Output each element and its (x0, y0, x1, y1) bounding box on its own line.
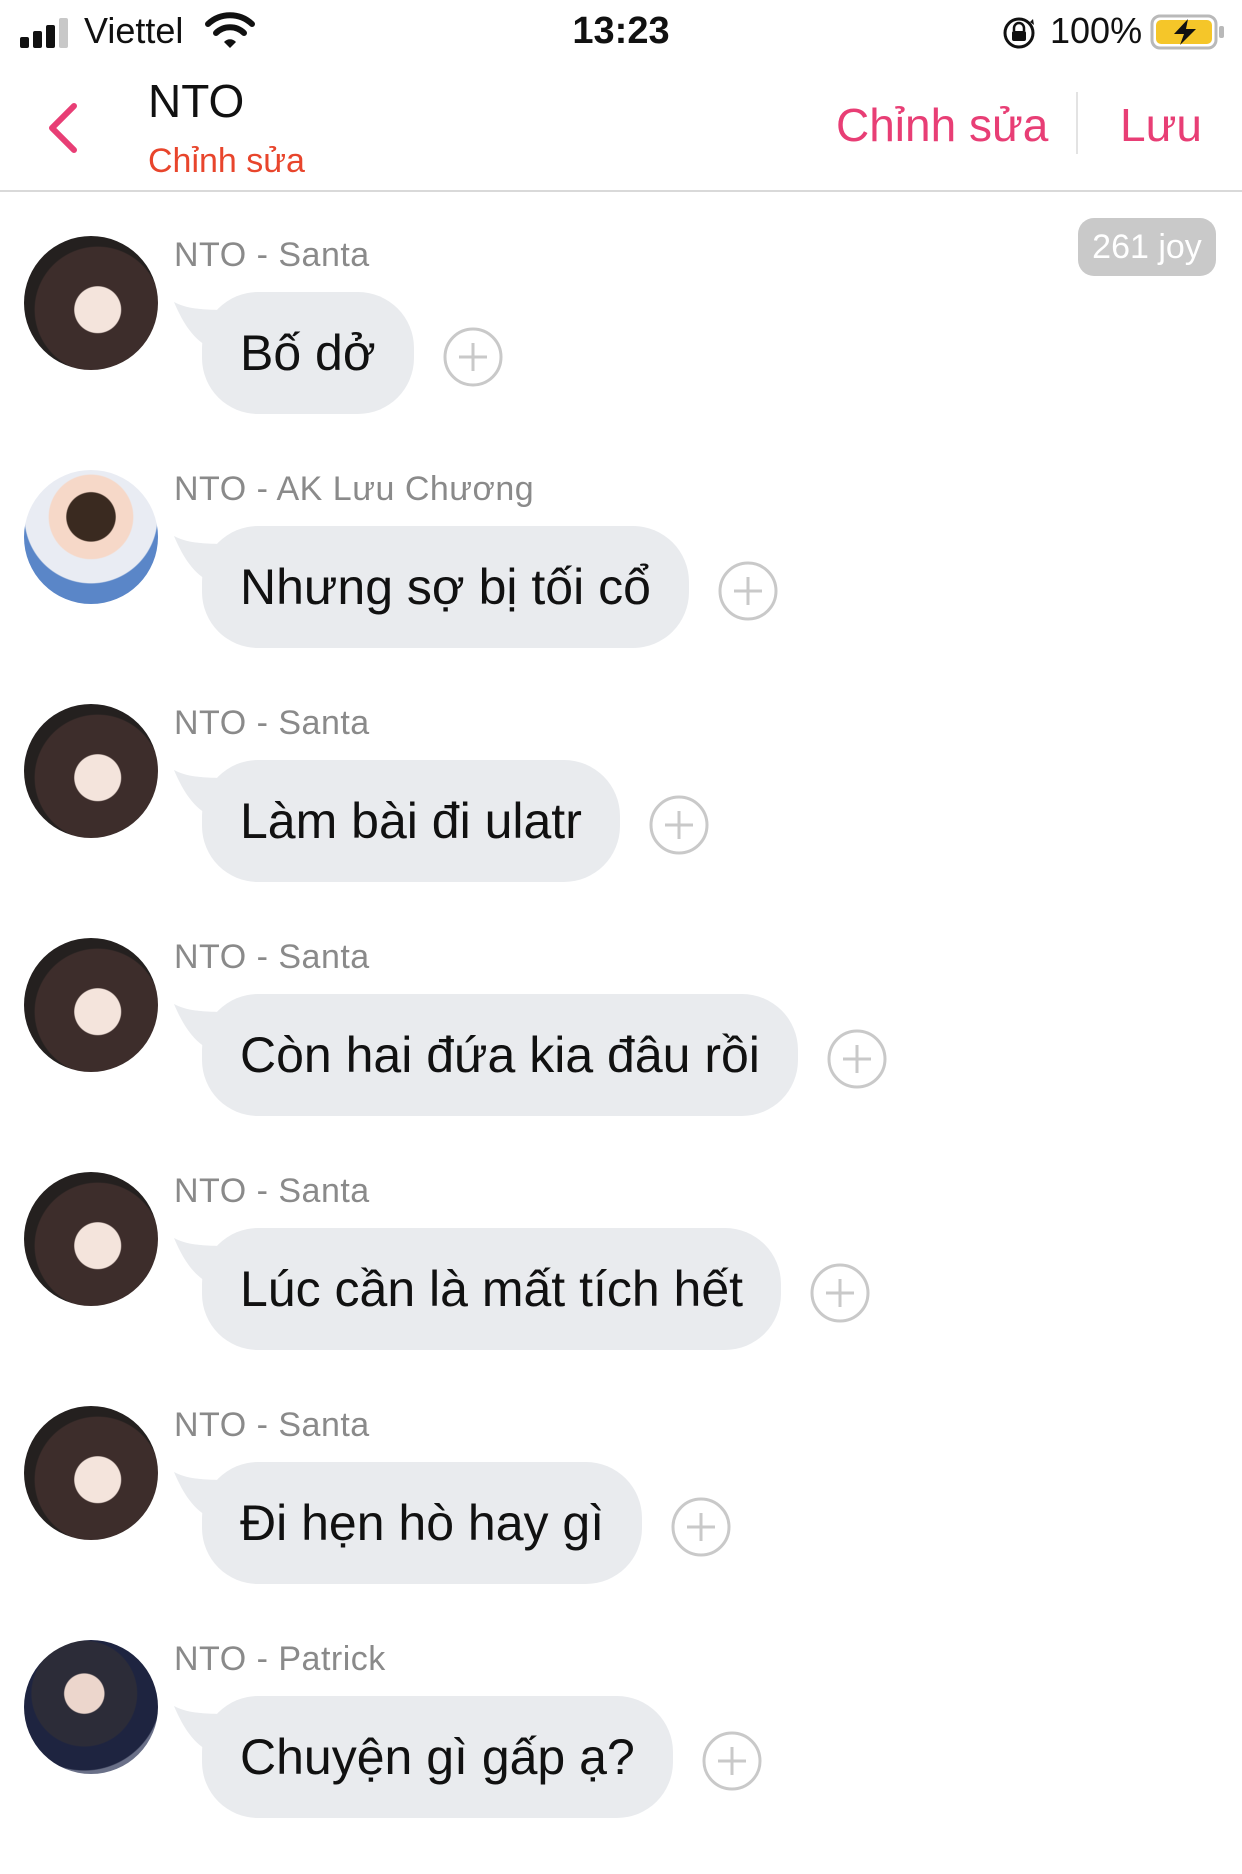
message-row: NTO - Santa Bố dở (0, 236, 1242, 470)
save-button[interactable]: Lưu (1120, 98, 1202, 152)
sender-name: NTO - Santa (174, 1172, 370, 1210)
message-row: NTO - Santa Lúc cần là mất tích hết (0, 1172, 1242, 1406)
add-reaction-plus-icon[interactable] (826, 1028, 888, 1090)
message-row: NTO - Santa Đi hẹn hò hay gì (0, 1406, 1242, 1640)
add-reaction-plus-icon[interactable] (809, 1262, 871, 1324)
sender-name: NTO - AK Lưu Chương (174, 470, 535, 508)
add-reaction-plus-icon[interactable] (670, 1496, 732, 1558)
add-reaction-plus-icon[interactable] (442, 326, 504, 388)
avatar[interactable] (24, 470, 158, 604)
battery-percent: 100% (1050, 10, 1143, 51)
message-bubble[interactable]: Lúc cần là mất tích hết (202, 1228, 782, 1350)
add-reaction-plus-icon[interactable] (717, 560, 779, 622)
message-row: NTO - Santa Còn hai đứa kia đâu rồi (0, 938, 1242, 1172)
status-bar: Viettel 13:23 100% (0, 0, 1242, 62)
message-bubble[interactable]: Còn hai đứa kia đâu rồi (202, 994, 798, 1116)
sender-name: NTO - Patrick (174, 1640, 386, 1678)
sender-name: NTO - Santa (174, 1406, 370, 1444)
message-bubble[interactable]: Chuyện gì gấp ạ? (202, 1696, 673, 1818)
sender-name: NTO - Santa (174, 938, 370, 976)
message-row: NTO - Patrick Chuyện gì gấp ạ? (0, 1640, 1242, 1874)
page-subtitle: Chỉnh sửa (148, 142, 305, 180)
nav-divider (1076, 92, 1078, 154)
message-row: NTO - Santa Làm bài đi ulatr (0, 704, 1242, 938)
message-bubble[interactable]: Nhưng sợ bị tối cổ (202, 526, 689, 648)
page-title: NTO (148, 75, 245, 127)
avatar[interactable] (24, 704, 158, 838)
message-bubble[interactable]: Bố dở (202, 292, 414, 414)
edit-button[interactable]: Chỉnh sửa (836, 98, 1048, 152)
back-chevron-icon[interactable] (40, 98, 84, 158)
nav-bar: NTO Chỉnh sửa Chỉnh sửa Lưu (0, 62, 1242, 192)
battery-charging-icon (1150, 14, 1224, 50)
message-bubble[interactable]: Đi hẹn hò hay gì (202, 1462, 643, 1584)
avatar[interactable] (24, 1172, 158, 1306)
sender-name: NTO - Santa (174, 704, 370, 742)
avatar[interactable] (24, 1640, 158, 1774)
message-bubble[interactable]: Làm bài đi ulatr (202, 760, 620, 882)
orientation-lock-icon (1003, 17, 1035, 49)
avatar[interactable] (24, 938, 158, 1072)
add-reaction-plus-icon[interactable] (701, 1730, 763, 1792)
avatar[interactable] (24, 236, 158, 370)
message-row: NTO - AK Lưu Chương Nhưng sợ bị tối cổ (0, 470, 1242, 704)
avatar[interactable] (24, 1406, 158, 1540)
add-reaction-plus-icon[interactable] (648, 794, 710, 856)
sender-name: NTO - Santa (174, 236, 370, 274)
